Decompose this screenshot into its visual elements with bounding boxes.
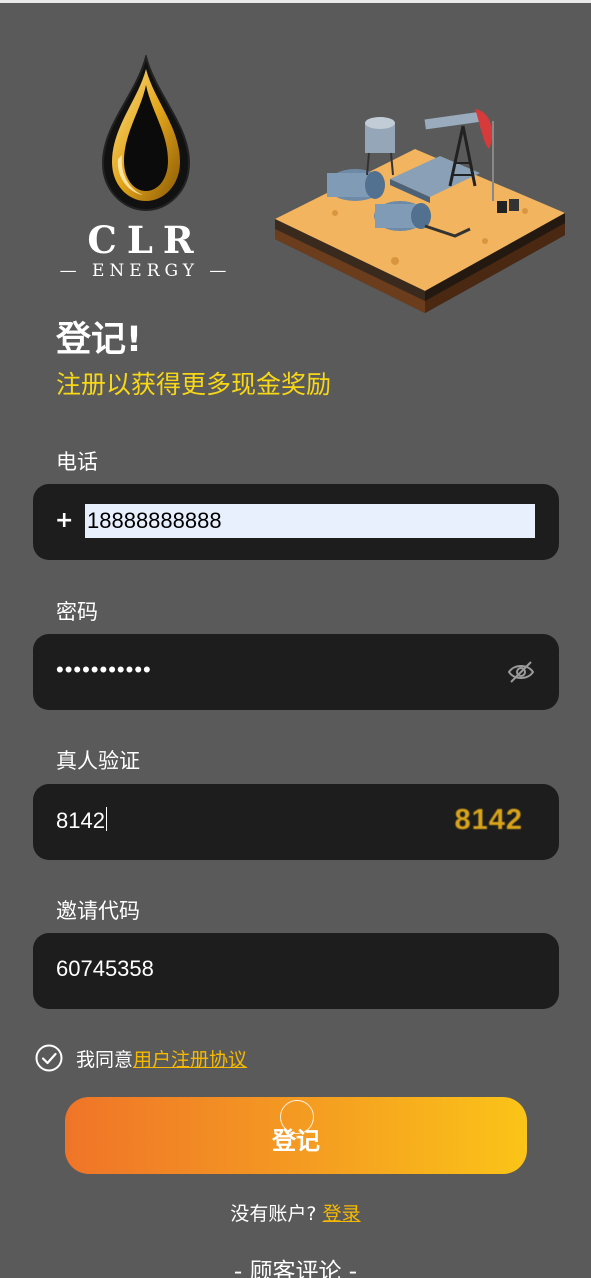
register-button[interactable]: 登记	[65, 1097, 527, 1174]
oil-field-illustration	[275, 109, 565, 313]
page-subtitle: 注册以获得更多现金奖励	[56, 370, 332, 399]
captcha-input-value: 8142	[56, 808, 105, 833]
reviews-heading: - 顾客评论 -	[233, 1259, 358, 1278]
captcha-field[interactable]: 8142 8142	[33, 784, 559, 860]
login-link[interactable]: 登录	[323, 1203, 361, 1225]
phone-label: 电话	[56, 450, 98, 474]
captcha-input[interactable]: 8142	[56, 807, 107, 834]
captcha-image[interactable]: 8142	[454, 804, 523, 837]
user-agreement-link[interactable]: 用户注册协议	[133, 1045, 247, 1072]
eye-off-icon[interactable]	[507, 659, 535, 685]
brand-logo: CLR — ENERGY —	[48, 53, 243, 287]
phone-field: +	[33, 484, 559, 560]
register-button-label: 登记	[272, 1127, 320, 1155]
agreement-row: 我同意 用户注册协议	[35, 1043, 247, 1073]
password-field[interactable]: •••••••••••	[33, 634, 559, 710]
page-title: 登记!	[56, 320, 142, 360]
phone-prefix: +	[55, 508, 74, 533]
register-page: CLR — ENERGY — 登记! 注册以获得更多现金奖励 电话 + 1888…	[0, 0, 591, 1278]
invite-label: 邀请代码	[56, 899, 140, 923]
phone-input[interactable]	[85, 504, 535, 538]
brand-subtitle: — ENERGY —	[59, 261, 232, 281]
no-account-text: 没有账户?	[230, 1203, 317, 1225]
invite-input[interactable]: 60745358	[56, 956, 154, 982]
invite-field[interactable]: 60745358	[33, 933, 559, 1009]
oil-drop-icon	[101, 53, 191, 212]
checkbox-checked-icon[interactable]	[35, 1044, 63, 1072]
text-cursor	[105, 807, 107, 831]
password-label: 密码	[56, 600, 98, 624]
password-input[interactable]: •••••••••••	[56, 657, 152, 683]
brand-name: CLR	[87, 218, 204, 262]
agreement-text: 我同意	[76, 1048, 134, 1071]
captcha-label: 真人验证	[56, 749, 140, 773]
login-prompt: 没有账户? 登录	[0, 1199, 591, 1226]
